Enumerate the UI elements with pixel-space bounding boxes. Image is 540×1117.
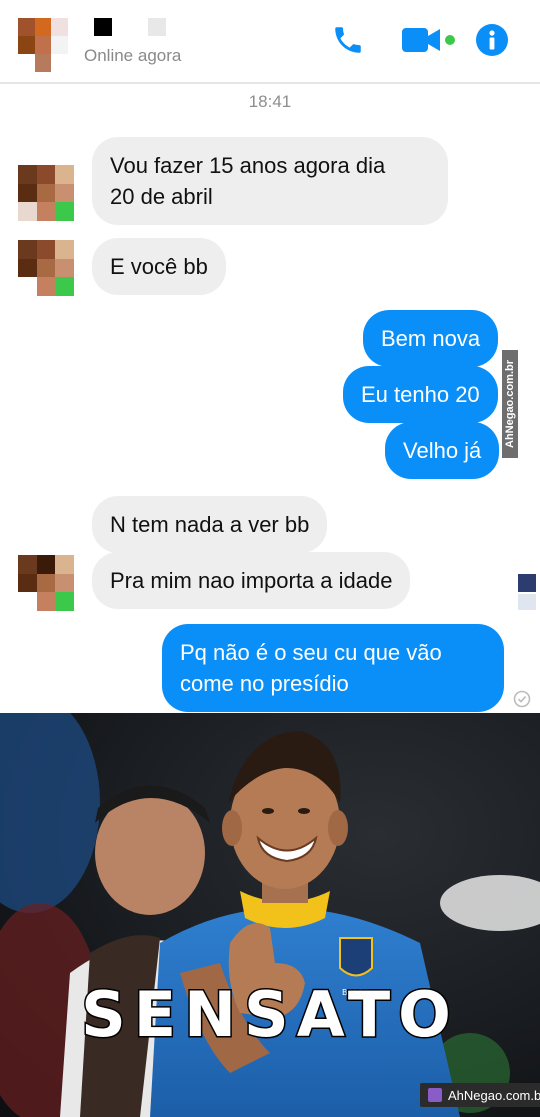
incoming-message[interactable]: N tem nada a ver bb [92,496,328,553]
incoming-message[interactable]: Vou fazer 15 anos agora dia 20 de abril [92,137,448,225]
phone-icon[interactable] [328,22,368,58]
ahnegao-logo-icon [428,1088,442,1102]
outgoing-message[interactable]: Velho já [385,422,500,479]
seen-check-icon [513,690,531,713]
incoming-message[interactable]: E você bb [92,238,226,295]
message-avatar [18,165,74,221]
message-avatar [18,240,74,296]
incoming-message[interactable]: Pra mim nao importa a idade [92,552,411,609]
scroll-edge-artifact [518,594,536,610]
online-status: Online agora [84,46,182,65]
message-avatar [18,555,74,611]
contact-name-redacted-2 [148,18,166,36]
scroll-edge-artifact [518,574,536,592]
bottom-watermark: AhNegao.com.br [420,1083,540,1107]
info-icon[interactable] [474,22,510,58]
chat-header: Online agora [0,0,540,84]
video-camera-icon[interactable] [400,22,460,58]
meme-caption: SENSATO [80,977,459,1053]
outgoing-message[interactable]: Pq não é o seu cu que vão come no presíd… [162,624,504,712]
outgoing-message[interactable]: Eu tenho 20 [343,366,498,423]
contact-name-redacted [94,18,112,36]
side-watermark: AhNegao.com.br [502,350,518,458]
contact-avatar[interactable] [18,18,68,72]
meme-photo: BRASIL SENSATO AhNegao.com.br [0,713,540,1117]
outgoing-message[interactable]: Bem nova [363,310,499,367]
message-timestamp: 18:41 [248,92,292,111]
watermark-text: AhNegao.com.br [448,1087,540,1103]
